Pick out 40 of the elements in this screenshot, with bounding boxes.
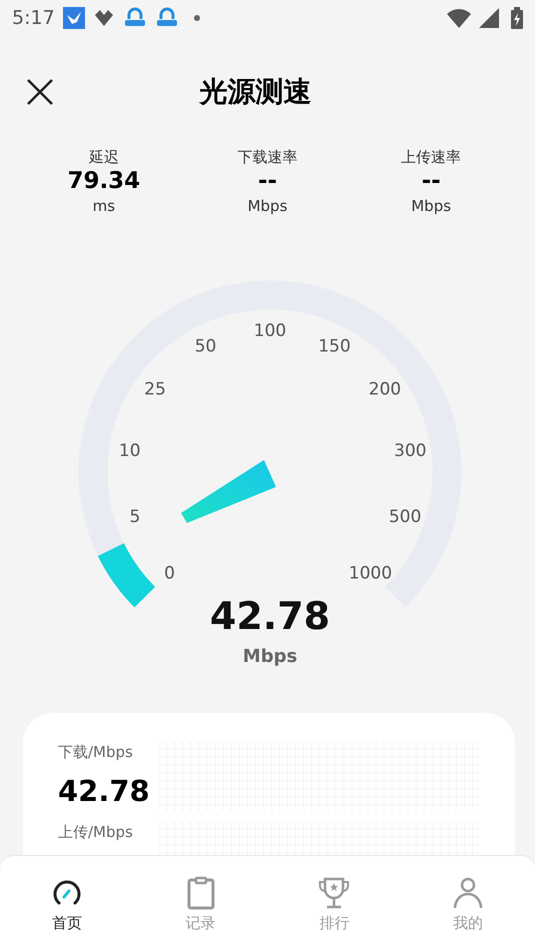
gauge-progress-arc bbox=[98, 542, 156, 607]
tick-label: 150 bbox=[318, 336, 350, 356]
tick-label: 25 bbox=[144, 380, 166, 400]
tick-label: 0 bbox=[164, 563, 174, 584]
wifi-icon bbox=[447, 8, 471, 28]
tick-label: 300 bbox=[394, 440, 426, 461]
stat-value: -- bbox=[258, 167, 278, 196]
dot-icon bbox=[192, 14, 201, 22]
lock-app-icon bbox=[154, 7, 179, 29]
stat-unit: ms bbox=[92, 196, 116, 216]
stat-unit: Mbps bbox=[411, 196, 452, 216]
chart-label: 上传/Mbps bbox=[58, 822, 134, 843]
status-time: 5:17 bbox=[12, 6, 55, 31]
tick-label: 10 bbox=[118, 440, 140, 461]
stat-label: 延迟 bbox=[88, 148, 119, 166]
trophy-icon bbox=[317, 876, 352, 910]
stat-label: 下载速率 bbox=[237, 148, 298, 166]
tick-label: 500 bbox=[388, 506, 421, 527]
nav-tab[interactable]: 记录 bbox=[160, 876, 241, 934]
close-icon bbox=[26, 78, 54, 106]
nav-tab[interactable]: 排行 bbox=[294, 876, 374, 934]
chart-label: 下载/Mbps bbox=[58, 742, 134, 763]
tick-label: 1000 bbox=[348, 563, 392, 584]
nav-tab[interactable]: 我的 bbox=[428, 876, 508, 934]
tick-label: 50 bbox=[194, 336, 216, 356]
signal-icon bbox=[479, 8, 499, 28]
tick-label: 100 bbox=[253, 321, 286, 341]
stat-value: 79.34 bbox=[67, 167, 140, 196]
stat-value: -- bbox=[422, 167, 441, 196]
stat-unit: Mbps bbox=[248, 196, 288, 216]
lock-app-icon bbox=[122, 7, 147, 29]
battery-icon bbox=[511, 7, 523, 29]
chart-value: 42.78 bbox=[58, 772, 151, 810]
tick-label: 5 bbox=[129, 506, 140, 527]
speed-unit: Mbps bbox=[242, 646, 297, 667]
speed-value: 42.78 bbox=[209, 594, 330, 638]
tick-label: 200 bbox=[368, 380, 401, 400]
nav-tab[interactable]: 首页 bbox=[26, 876, 107, 934]
page-title: 光源测速 bbox=[200, 74, 312, 110]
stat-label: 上传速率 bbox=[401, 148, 462, 166]
